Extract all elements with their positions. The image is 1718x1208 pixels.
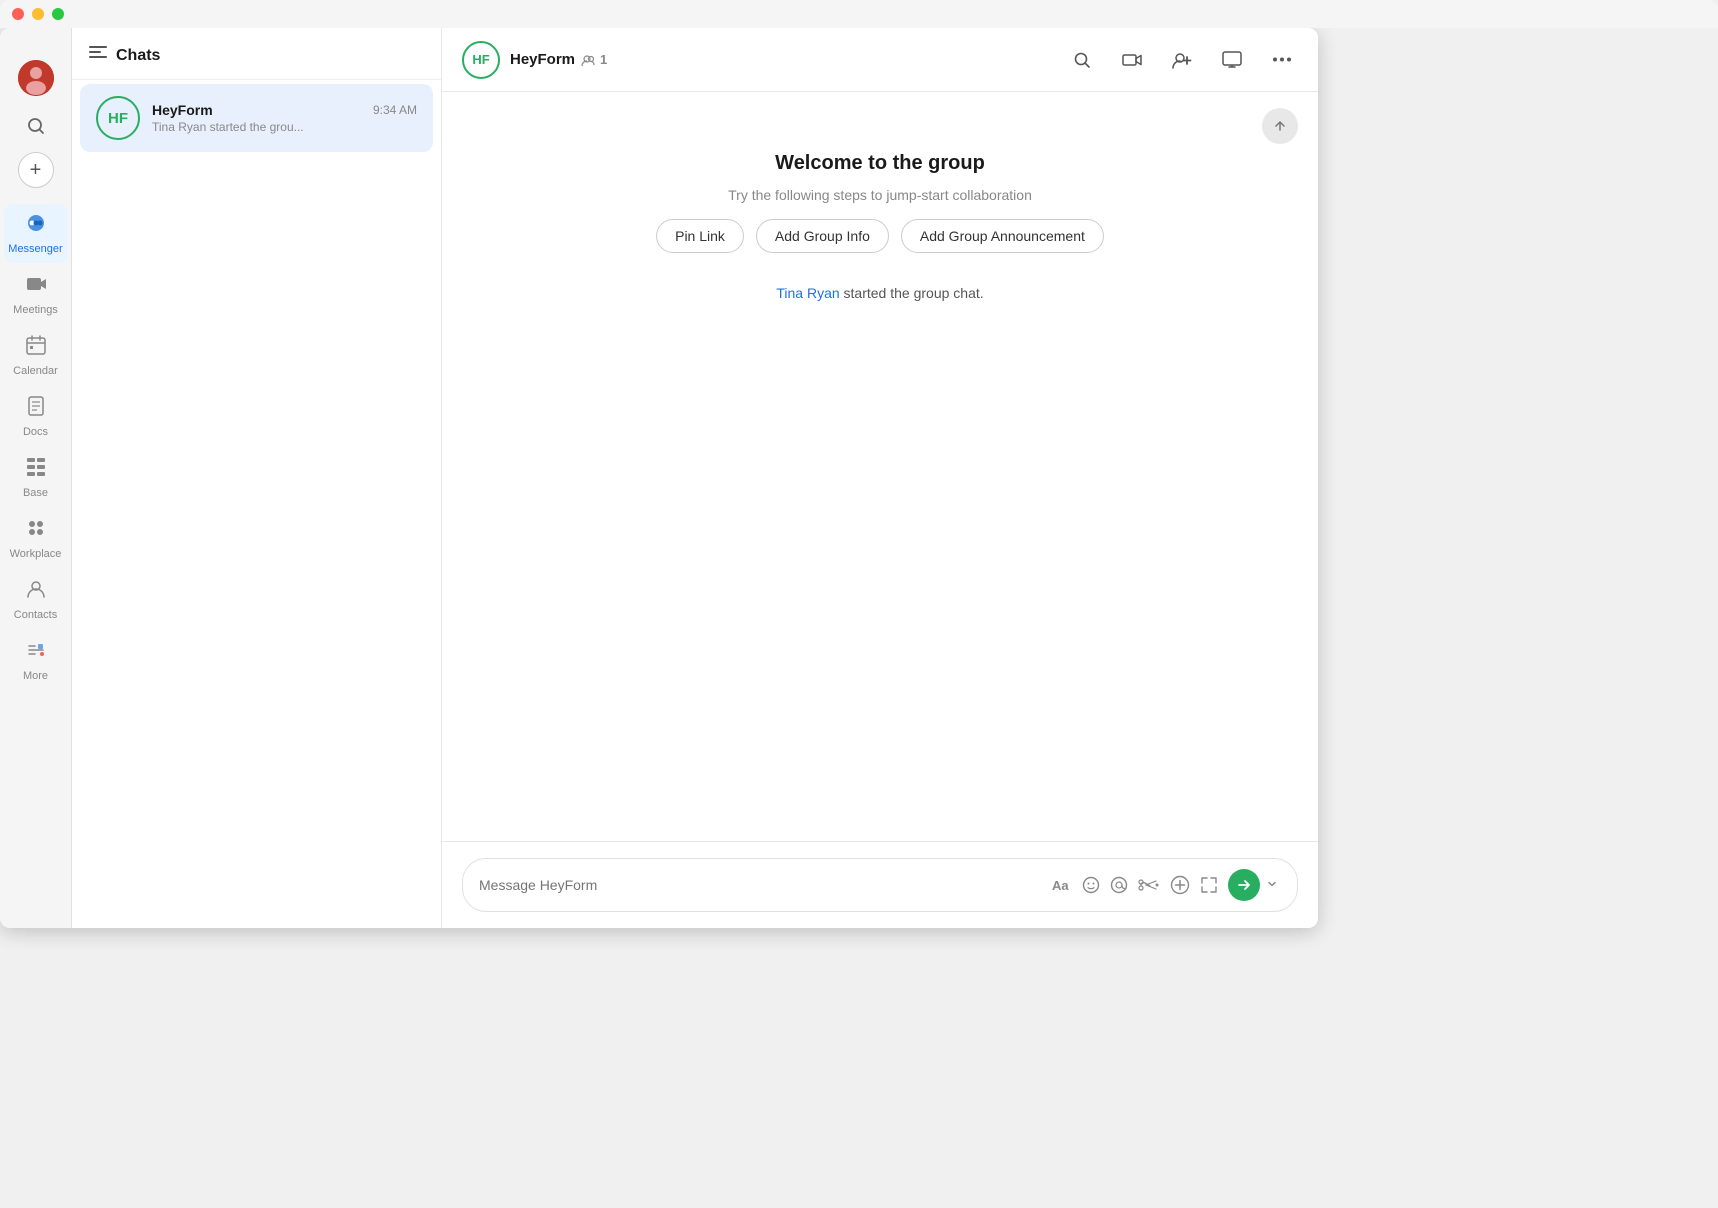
header-more-button[interactable] (1266, 44, 1298, 76)
chat-messages: Welcome to the group Try the following s… (442, 92, 1318, 841)
welcome-title: Welcome to the group (775, 152, 985, 175)
chat-sidebar: Chats HF HeyForm 9:34 AM Tina Ryan start… (72, 28, 442, 928)
add-group-info-button[interactable]: Add Group Info (756, 219, 889, 253)
group-started-message: Tina Ryan started the group chat. (776, 285, 983, 301)
font-size-icon[interactable]: Aa (1052, 877, 1072, 893)
meetings-icon (25, 273, 47, 301)
nav-item-contacts-label: Contacts (14, 609, 57, 621)
nav-item-base-label: Base (23, 487, 48, 499)
nav-item-docs[interactable]: Docs (4, 387, 68, 446)
welcome-section: Welcome to the group Try the following s… (656, 152, 1104, 301)
header-video-button[interactable] (1116, 44, 1148, 76)
chat-list: HF HeyForm 9:34 AM Tina Ryan started the… (72, 80, 441, 928)
svg-text:Aa: Aa (1052, 878, 1069, 893)
chat-item-name: HeyForm (152, 102, 213, 118)
docs-icon (25, 395, 47, 423)
chat-header: HF HeyForm 1 (442, 28, 1318, 92)
nav-sidebar: + Messenger Meetings (0, 28, 72, 928)
main-chat: HF HeyForm 1 (442, 28, 1318, 928)
chat-sidebar-header: Chats (72, 28, 441, 80)
workplace-icon (25, 517, 47, 545)
pin-link-button[interactable]: Pin Link (656, 219, 744, 253)
nav-item-more[interactable]: More (4, 631, 68, 690)
calendar-icon (25, 334, 47, 362)
group-started-text: started the group chat. (840, 285, 984, 301)
more-icon (25, 639, 47, 667)
nav-item-meetings[interactable]: Meetings (4, 265, 68, 324)
user-avatar[interactable] (18, 60, 54, 96)
mention-icon[interactable] (1110, 876, 1128, 894)
messenger-icon (25, 212, 47, 240)
scissor-more-icon[interactable] (1138, 877, 1160, 893)
traffic-light-red[interactable] (12, 8, 24, 20)
chat-item-heyform[interactable]: HF HeyForm 9:34 AM Tina Ryan started the… (80, 84, 433, 152)
chat-item-avatar: HF (96, 96, 140, 140)
nav-item-base[interactable]: Base (4, 448, 68, 507)
chat-name-row: HeyForm 9:34 AM (152, 102, 417, 118)
nav-item-calendar-label: Calendar (13, 365, 58, 377)
input-actions: Aa (1052, 869, 1281, 901)
chats-icon (88, 44, 108, 67)
nav-add-button[interactable]: + (18, 152, 54, 188)
chat-name-text: HeyForm (510, 51, 575, 68)
chat-item-preview: Tina Ryan started the grou... (152, 120, 417, 134)
member-count-number: 1 (600, 52, 607, 67)
base-icon (25, 456, 47, 484)
header-add-member-button[interactable] (1166, 44, 1198, 76)
add-icon[interactable] (1170, 875, 1190, 895)
message-input-area: Aa (442, 841, 1318, 928)
nav-item-calendar[interactable]: Calendar (4, 326, 68, 385)
header-screen-button[interactable] (1216, 44, 1248, 76)
chat-sidebar-title: Chats (88, 44, 425, 67)
chat-header-avatar: HF (462, 41, 500, 79)
scroll-to-top-button[interactable] (1262, 108, 1298, 144)
send-button[interactable] (1228, 869, 1260, 901)
nav-search-icon[interactable] (18, 108, 54, 144)
emoji-icon[interactable] (1082, 876, 1100, 894)
header-search-button[interactable] (1066, 44, 1098, 76)
expand-icon[interactable] (1200, 876, 1218, 894)
send-dropdown-button[interactable] (1263, 878, 1281, 892)
nav-item-contacts[interactable]: Contacts (4, 570, 68, 629)
chat-item-time: 9:34 AM (373, 103, 417, 117)
contacts-icon (25, 578, 47, 606)
nav-item-more-label: More (23, 670, 48, 682)
traffic-light-yellow[interactable] (32, 8, 44, 20)
nav-item-docs-label: Docs (23, 426, 48, 438)
nav-item-workplace[interactable]: Workplace (4, 509, 68, 568)
welcome-subtitle: Try the following steps to jump-start co… (728, 187, 1032, 203)
group-starter-name[interactable]: Tina Ryan (776, 285, 839, 301)
chat-item-info: HeyForm 9:34 AM Tina Ryan started the gr… (152, 102, 417, 134)
nav-item-workplace-label: Workplace (10, 548, 62, 560)
traffic-light-green[interactable] (52, 8, 64, 20)
message-input-container: Aa (462, 858, 1298, 912)
member-count: 1 (581, 52, 607, 67)
nav-item-meetings-label: Meetings (13, 304, 58, 316)
nav-item-messenger[interactable]: Messenger (4, 204, 68, 263)
chat-header-info: HeyForm 1 (510, 51, 1066, 68)
nav-item-messenger-label: Messenger (8, 243, 62, 255)
action-buttons: Pin Link Add Group Info Add Group Announ… (656, 219, 1104, 253)
chat-header-name: HeyForm 1 (510, 51, 1066, 68)
chat-sidebar-title-text: Chats (116, 47, 160, 65)
message-input[interactable] (479, 877, 1040, 893)
send-controls (1228, 869, 1281, 901)
add-group-announcement-button[interactable]: Add Group Announcement (901, 219, 1104, 253)
header-actions (1066, 44, 1298, 76)
